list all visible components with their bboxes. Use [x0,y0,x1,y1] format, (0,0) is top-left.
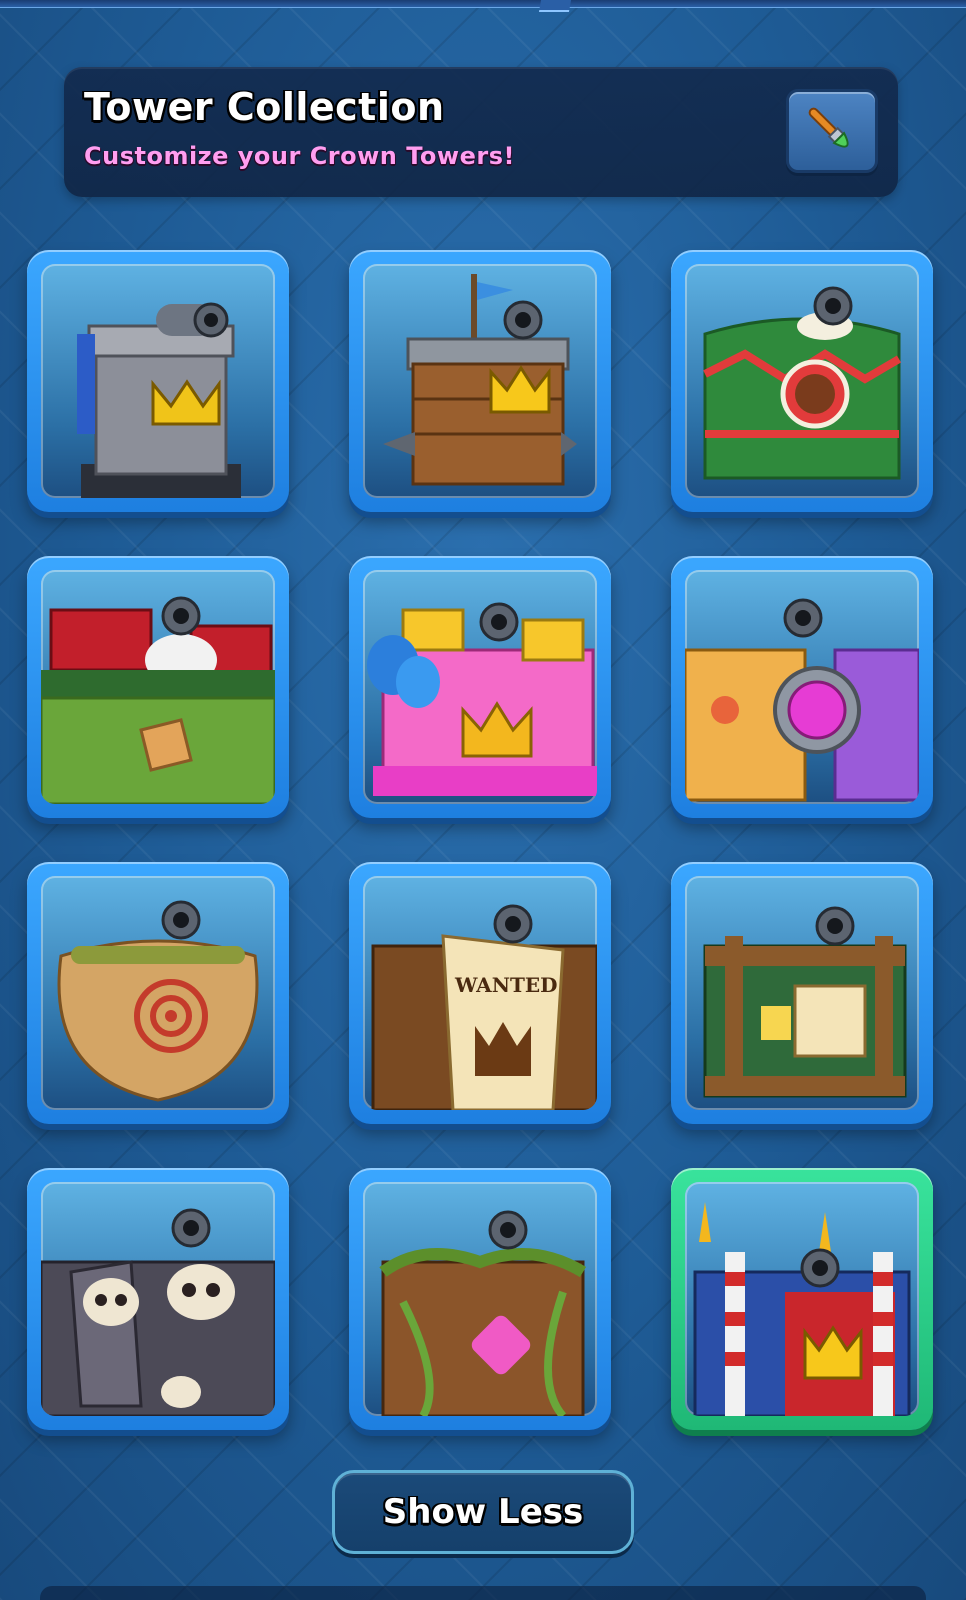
tower-skin-grid: WANTED [0,0,966,1600]
tower-card[interactable] [671,862,933,1124]
show-less-button[interactable]: Show Less [332,1470,634,1554]
goblin-tower-icon [41,596,275,804]
target-dummy-tower-icon [57,900,259,1102]
tower-card[interactable] [349,1168,611,1430]
tower-card[interactable] [27,1168,289,1430]
bottom-bar [40,1586,926,1600]
tent-tower-icon [693,1202,911,1416]
tower-card[interactable] [671,556,933,818]
sweater-tower-icon [703,286,902,480]
tower-card[interactable]: WANTED [349,862,611,1124]
tower-card[interactable] [27,556,289,818]
stone-tower-icon [77,302,241,498]
bouncy-castle-tower-icon [367,602,597,796]
show-less-label: Show Less [382,1492,584,1532]
tower-card[interactable] [671,250,933,512]
wanted-poster-tower-icon: WANTED [371,904,597,1110]
tower-card-selected[interactable] [671,1168,933,1430]
jungle-board-tower-icon [703,906,907,1098]
ship-tower-icon [383,274,577,486]
skull-tower-icon [41,1208,275,1416]
tower-card[interactable] [349,250,611,512]
tree-tower-icon [379,1210,587,1416]
tower-card[interactable] [27,862,289,1124]
builder-tower-icon [685,598,919,802]
wanted-poster-text: WANTED [454,973,557,997]
tower-card[interactable] [349,556,611,818]
tower-card[interactable] [27,250,289,512]
